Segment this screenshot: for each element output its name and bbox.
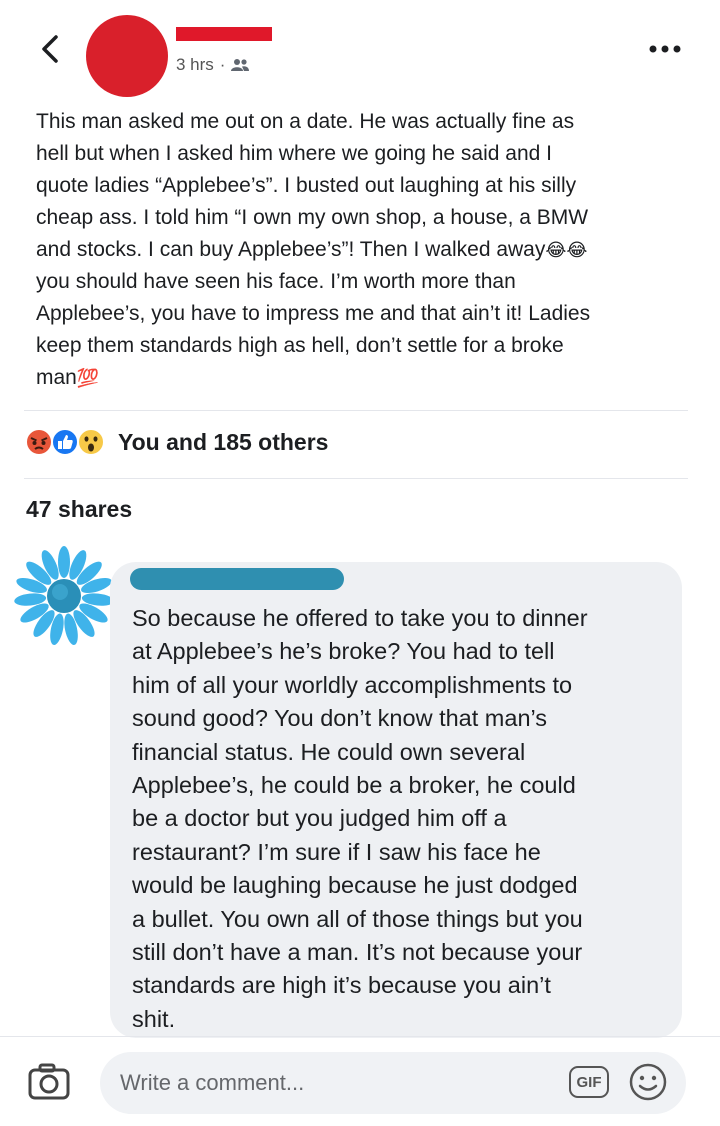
friends-icon [231, 59, 250, 71]
author-avatar[interactable] [86, 15, 168, 97]
post-text-part2: you should have seen his face. I’m worth… [36, 270, 591, 389]
reactions-summary[interactable]: You and 185 others [24, 422, 328, 462]
more-horizontal-icon[interactable] [645, 38, 685, 60]
author-name-redacted[interactable] [176, 27, 272, 41]
divider [24, 478, 688, 479]
post-body: This man asked me out on a date. He was … [36, 106, 686, 394]
smiley-icon[interactable] [628, 1062, 668, 1102]
reactions-label[interactable]: You and 185 others [118, 429, 328, 456]
commenter-name-redacted[interactable] [130, 568, 344, 590]
divider [0, 1036, 720, 1037]
laughing-emoji: 😂😂 [545, 240, 588, 260]
shares-count[interactable]: 47 shares [26, 496, 132, 523]
camera-icon[interactable] [28, 1062, 70, 1100]
divider [24, 410, 688, 411]
post-header: 3 hrs · [0, 0, 720, 100]
chevron-left-icon[interactable] [38, 34, 62, 64]
timestamp[interactable]: 3 hrs [176, 55, 214, 75]
gif-button[interactable]: GIF [569, 1066, 609, 1098]
post-text-part1: This man asked me out on a date. He was … [36, 110, 589, 261]
meta-separator: · [219, 55, 226, 74]
hundred-emoji: 💯 [76, 368, 100, 388]
wow-reaction-icon [77, 428, 105, 456]
comment-text: So because he offered to take you to din… [132, 605, 588, 1032]
comment-composer: GIF [0, 1042, 720, 1126]
reaction-icons [24, 427, 105, 457]
commenter-avatar[interactable] [12, 546, 116, 650]
post-meta: 3 hrs · [176, 55, 250, 75]
